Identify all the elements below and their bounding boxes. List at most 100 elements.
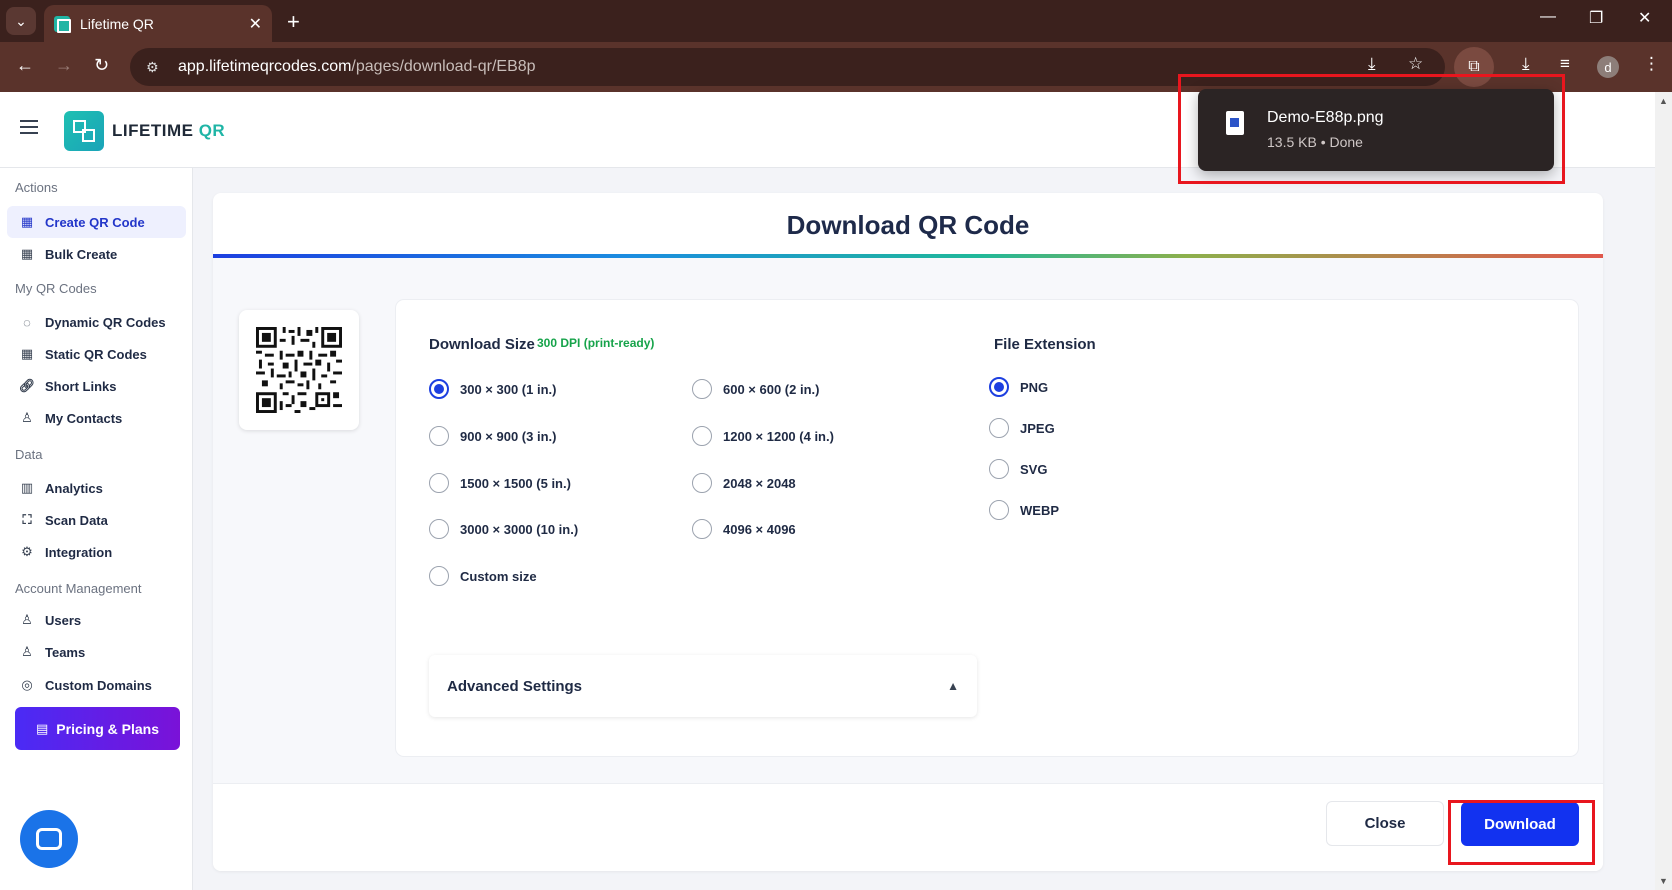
- page-scrollbar[interactable]: ▲ ▼: [1655, 92, 1672, 890]
- download-qr-card: Download QR Code Download Size 300 DPI (…: [213, 193, 1603, 871]
- install-download-icon[interactable]: ⤓: [1368, 54, 1376, 74]
- ext-radio-svg[interactable]: [989, 459, 1009, 479]
- size-option-4096[interactable]: 4096 × 4096: [692, 519, 796, 539]
- back-arrow-icon[interactable]: ←: [16, 55, 34, 76]
- forward-arrow-icon[interactable]: →: [55, 55, 73, 76]
- size-option-1200[interactable]: 1200 × 1200 (4 in.): [692, 426, 834, 446]
- sidebar-item-analytics[interactable]: ▥ Analytics: [7, 472, 186, 504]
- minimize-icon[interactable]: —: [1540, 8, 1556, 26]
- link-icon: 🔗︎: [18, 378, 36, 393]
- size-option-600[interactable]: 600 × 600 (2 in.): [692, 379, 819, 399]
- restore-icon[interactable]: ❐: [1589, 8, 1603, 28]
- reload-icon[interactable]: ↻: [94, 55, 109, 76]
- card-footer: Close Download: [213, 783, 1603, 871]
- close-button[interactable]: Close: [1326, 801, 1444, 846]
- site-settings-icon[interactable]: ⚙: [146, 59, 164, 76]
- sidebar-item-label: Scan Data: [45, 512, 108, 528]
- downloads-icon[interactable]: ⤓: [1522, 54, 1530, 74]
- scroll-down-icon[interactable]: ▼: [1659, 876, 1668, 886]
- size-radio-custom[interactable]: [429, 566, 449, 586]
- sidebar-item-dynamic-qr[interactable]: ◌ Dynamic QR Codes: [7, 306, 186, 338]
- sidebar-item-custom-domains[interactable]: ◎ Custom Domains: [7, 669, 186, 701]
- qr-code-icon: [256, 327, 342, 413]
- dpi-note: 300 DPI (print-ready): [537, 336, 655, 350]
- scroll-up-icon[interactable]: ▲: [1659, 96, 1668, 106]
- size-radio-300[interactable]: [429, 379, 449, 399]
- ext-option-jpeg[interactable]: JPEG: [989, 418, 1055, 438]
- size-option-label: 3000 × 3000 (10 in.): [460, 521, 579, 537]
- sidebar-item-label: Bulk Create: [45, 246, 118, 262]
- brand-main: LIFETIME: [112, 121, 194, 140]
- download-size-label: Download Size: [429, 336, 535, 353]
- size-option-900[interactable]: 900 × 900 (3 in.): [429, 426, 556, 446]
- ext-radio-jpeg[interactable]: [989, 418, 1009, 438]
- pricing-label: Pricing & Plans: [56, 720, 159, 737]
- size-radio-1200[interactable]: [692, 426, 712, 446]
- browser-tab[interactable]: Lifetime QR ✕: [44, 5, 272, 42]
- size-option-label: 1200 × 1200 (4 in.): [723, 428, 834, 444]
- sidebar-item-my-contacts[interactable]: ♙ My Contacts: [7, 402, 186, 434]
- size-option-3000[interactable]: 3000 × 3000 (10 in.): [429, 519, 578, 539]
- download-options-panel: Download Size 300 DPI (print-ready) File…: [396, 300, 1578, 756]
- chat-support-icon[interactable]: [20, 810, 78, 868]
- sidebar-item-label: My Contacts: [45, 410, 123, 426]
- ext-option-svg[interactable]: SVG: [989, 459, 1047, 479]
- size-radio-900[interactable]: [429, 426, 449, 446]
- size-option-label: 4096 × 4096: [723, 521, 796, 537]
- logo-icon[interactable]: [64, 111, 104, 151]
- hamburger-menu-icon[interactable]: [20, 120, 38, 134]
- brand-name[interactable]: LIFETIME QR: [112, 121, 225, 141]
- grid-icon: ▦: [20, 246, 34, 261]
- size-radio-4096[interactable]: [692, 519, 712, 539]
- sidebar-item-integration[interactable]: ⚙ Integration: [7, 536, 186, 568]
- sidebar: Actions ▦ Create QR Code ▦ Bulk Create M…: [0, 168, 193, 890]
- ext-option-label: PNG: [1020, 379, 1049, 395]
- sidebar-item-label: Custom Domains: [45, 677, 152, 693]
- advanced-settings-toggle[interactable]: Advanced Settings ▲: [429, 655, 977, 717]
- sidebar-item-label: Users: [45, 612, 82, 628]
- sidebar-item-static-qr[interactable]: ▦ Static QR Codes: [7, 338, 186, 370]
- qr-code-preview: [239, 310, 359, 430]
- size-option-custom[interactable]: Custom size: [429, 566, 537, 586]
- media-playlist-icon[interactable]: ≡: [1560, 54, 1570, 74]
- size-radio-2048[interactable]: [692, 473, 712, 493]
- grid-icon: ▦: [20, 346, 34, 361]
- bookmark-star-icon[interactable]: ☆: [1408, 54, 1423, 74]
- ext-option-label: SVG: [1020, 461, 1048, 477]
- ext-option-webp[interactable]: WEBP: [989, 500, 1059, 520]
- url-path: /pages/download-qr/EB8p: [351, 58, 536, 75]
- size-radio-1500[interactable]: [429, 473, 449, 493]
- users-icon: ♙: [21, 612, 33, 627]
- bar-chart-icon: ▥: [20, 480, 34, 495]
- scan-icon: ⛶: [22, 512, 32, 527]
- person-icon: ♙: [21, 410, 33, 425]
- size-option-label: 900 × 900 (3 in.): [460, 428, 557, 444]
- tab-close-icon[interactable]: ✕: [249, 14, 262, 34]
- size-option-300[interactable]: 300 × 300 (1 in.): [429, 379, 556, 399]
- tab-search-chevron-icon[interactable]: ⌄: [6, 7, 36, 35]
- size-radio-3000[interactable]: [429, 519, 449, 539]
- browser-menu-kebab-icon[interactable]: ⋮: [1643, 54, 1660, 74]
- ext-option-png[interactable]: PNG: [989, 377, 1048, 397]
- brand-accent: QR: [198, 121, 226, 140]
- ext-radio-webp[interactable]: [989, 500, 1009, 520]
- pricing-plans-button[interactable]: ▤ Pricing & Plans: [15, 707, 180, 750]
- sidebar-item-scan-data[interactable]: ⛶ Scan Data: [7, 504, 186, 536]
- sidebar-item-label: Create QR Code: [45, 214, 145, 230]
- sidebar-item-create-qr[interactable]: ▦ Create QR Code: [7, 206, 186, 238]
- sidebar-item-teams[interactable]: ♙ Teams: [7, 636, 186, 668]
- sidebar-item-short-links[interactable]: 🔗︎ Short Links: [7, 370, 186, 402]
- sidebar-item-users[interactable]: ♙ Users: [7, 604, 186, 636]
- size-option-2048[interactable]: 2048 × 2048: [692, 473, 796, 493]
- size-radio-600[interactable]: [692, 379, 712, 399]
- profile-avatar[interactable]: d: [1597, 56, 1619, 78]
- target-icon: ◎: [21, 677, 33, 692]
- team-icon: ♙: [21, 644, 33, 659]
- download-popup-highlight: [1178, 74, 1565, 184]
- size-option-1500[interactable]: 1500 × 1500 (5 in.): [429, 473, 571, 493]
- document-icon: ▤: [36, 720, 49, 736]
- ext-radio-png[interactable]: [989, 377, 1009, 397]
- window-close-icon[interactable]: ✕: [1638, 8, 1651, 28]
- new-tab-plus-icon[interactable]: +: [287, 9, 300, 35]
- sidebar-item-bulk-create[interactable]: ▦ Bulk Create: [7, 238, 186, 270]
